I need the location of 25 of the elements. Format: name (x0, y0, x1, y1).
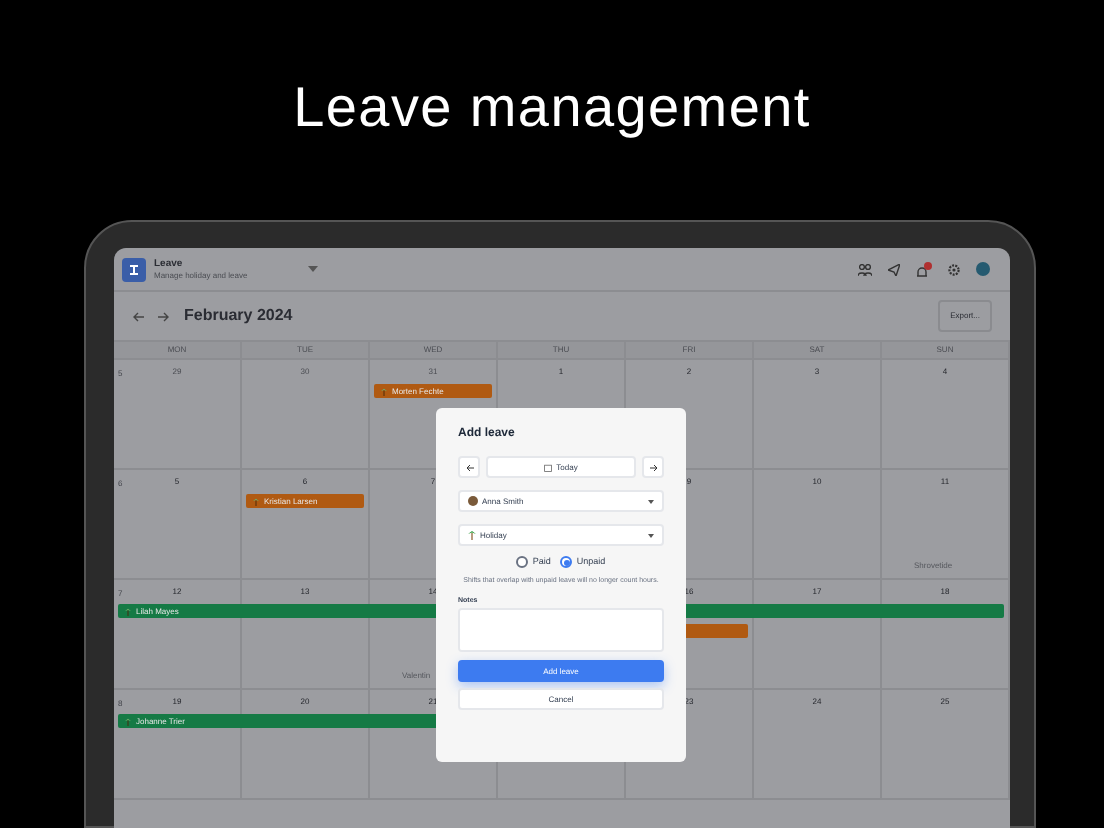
app-logo-icon (122, 257, 146, 281)
next-day-button[interactable] (642, 456, 664, 478)
send-icon[interactable] (888, 263, 900, 275)
notes-field[interactable] (458, 608, 664, 652)
forward-arrow-icon[interactable] (158, 311, 170, 321)
avatar (468, 496, 478, 506)
caret-icon (648, 499, 654, 503)
palm-tree-icon (380, 387, 388, 395)
back-arrow-icon[interactable] (132, 311, 144, 321)
caret-icon[interactable] (307, 265, 318, 273)
headline: Leave management (293, 74, 811, 142)
palm-tree-icon (124, 717, 132, 725)
calendar-icon (544, 463, 553, 471)
people-icon[interactable] (858, 263, 872, 275)
back-arrow-icon (465, 463, 473, 471)
palm-tree-icon (124, 607, 132, 615)
notification-icon[interactable] (916, 261, 932, 277)
forward-arrow-icon (649, 463, 657, 471)
avatar[interactable] (976, 262, 990, 276)
settings-icon[interactable] (948, 263, 960, 275)
month-title: February 2024 (184, 304, 293, 328)
previous-day-button[interactable] (458, 456, 480, 478)
palm-tree-icon (252, 497, 260, 505)
palm-tree-icon (468, 530, 476, 540)
caret-icon (648, 533, 654, 537)
